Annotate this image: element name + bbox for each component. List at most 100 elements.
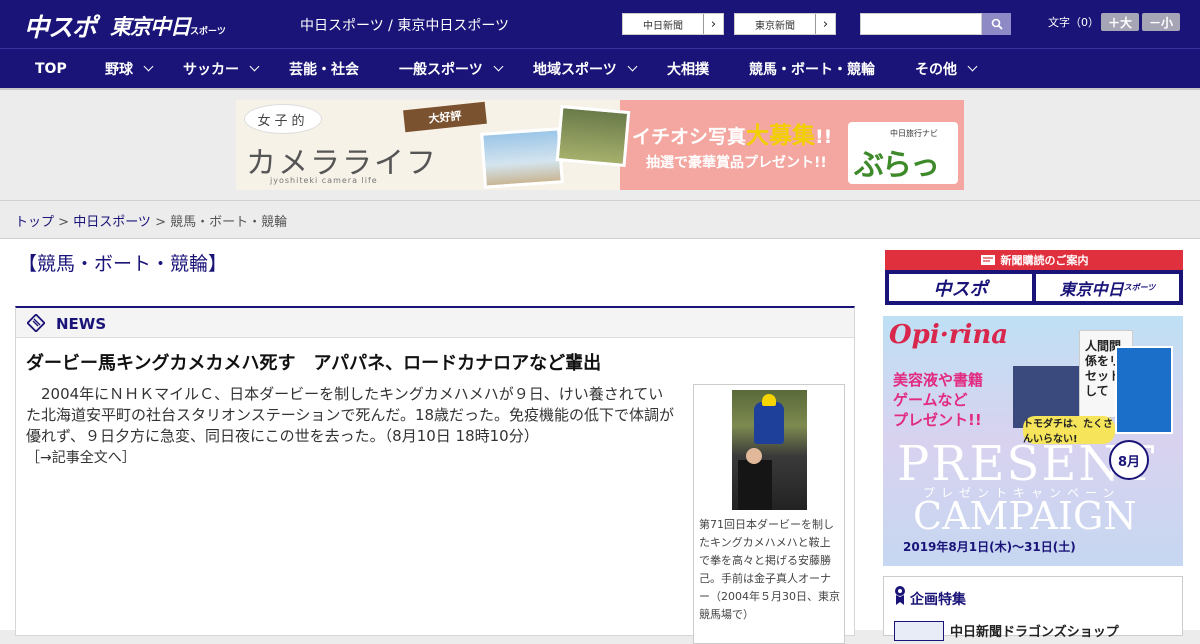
search-icon (991, 18, 1003, 30)
ad-dates: 2019年8月1日(木)～31日(土) (903, 540, 1076, 554)
divider (0, 200, 1200, 201)
nav-item-label: 芸能・社会 (289, 62, 359, 78)
article-summary: 2004年にＮＨＫマイルＣ、日本ダービーを制したキングカメハメハが９日、けい養さ… (26, 385, 675, 445)
photo-owner (738, 460, 772, 510)
nav-item-baseball[interactable]: 野球 (105, 49, 154, 89)
burattohito-text: ぶらっ人 (854, 148, 940, 183)
nav-item-soccer[interactable]: サッカー (183, 49, 260, 89)
chunichi-shimbun-label: 中日新聞 (643, 20, 683, 32)
subscribe-tokyo-chunichi-button[interactable]: 東京中日 スポーツ (1036, 274, 1179, 301)
dragons-shop-thumb[interactable] (894, 621, 944, 641)
subscribe-header-label: 新聞購読のご案内 (1000, 254, 1089, 267)
photo-face (746, 448, 762, 464)
ribbon-icon (895, 586, 905, 605)
chevron-down-icon (249, 61, 260, 72)
banner-photo (480, 127, 564, 189)
nav-item-keiba[interactable]: 競馬・ボート・競輪 (749, 49, 875, 89)
dragons-shop-link[interactable]: 中日新聞ドラゴンズショップ (950, 621, 1119, 640)
chevron-down-icon (967, 61, 978, 72)
banner-headline: イチオシ写真大募集!! (632, 116, 832, 150)
nav-item-label: その他 (915, 62, 957, 78)
nav-item-sumo[interactable]: 大相撲 (667, 49, 709, 89)
special-features-box: 企画特集 中日新聞ドラゴンズショップ (883, 576, 1183, 641)
breadcrumb-home[interactable]: トップ (15, 215, 54, 230)
chevron-right-icon: › (815, 14, 835, 34)
banner-bubble: 女子的 (244, 104, 322, 134)
chunichi-shimbun-link[interactable]: 中日新聞 › (622, 13, 724, 35)
top-bar: 中スポ 東京中日スポーツ 中日スポーツ / 東京中日スポーツ 中日新聞 › 東京… (0, 0, 1200, 48)
nav-item-label: 野球 (105, 62, 133, 78)
breadcrumb-section[interactable]: 中日スポーツ (73, 215, 151, 230)
news-icon (27, 314, 45, 332)
tokyo-chunichi-logo-text: 東京中日 (110, 15, 191, 39)
font-smaller-button[interactable]: －小 (1142, 13, 1180, 31)
news-box: NEWS ダービー馬キングカメカメハ死す アパパネ、ロードカナロアなど輩出 20… (15, 306, 855, 644)
chevron-down-icon (143, 61, 154, 72)
ad-pink-line: プレゼント!! (893, 411, 982, 429)
nav-item-general-sports[interactable]: 一般スポーツ (399, 49, 504, 89)
ad-pink-text: 美容液や書籍 ゲームなど プレゼント!! (893, 370, 983, 430)
search-input[interactable] (860, 13, 982, 35)
site-title: 中日スポーツ / 東京中日スポーツ (300, 18, 510, 34)
nav-item-entertainment[interactable]: 芸能・社会 (289, 49, 359, 89)
banner-photo (555, 105, 631, 167)
tokyo-chunichi-logo-small: スポーツ (190, 27, 226, 37)
ad-game-box (1115, 346, 1173, 434)
article-headline[interactable]: ダービー馬キングカメカメハ死す アパパネ、ロードカナロアなど輩出 (26, 349, 601, 375)
nav-item-others[interactable]: その他 (915, 49, 978, 89)
special-features-title: 企画特集 (910, 592, 966, 608)
banner-headline-pre: イチオシ写真 (632, 126, 747, 148)
photo-caption: 第71回日本ダービーを制したキングカメハメハと鞍上で拳を高々と掲げる安藤勝己。手… (699, 518, 840, 621)
ad-month-badge: 8月 (1109, 440, 1149, 480)
subscribe-tokyo-small: スポーツ (1123, 283, 1156, 292)
breadcrumb-sep: > (54, 215, 74, 230)
news-label: NEWS (56, 315, 107, 333)
font-size-label: 文字（0） (1048, 16, 1099, 29)
tokyo-shimbun-link[interactable]: 東京新聞 › (734, 13, 836, 35)
photo-jockey (754, 402, 784, 444)
tokyo-shimbun-label: 東京新聞 (755, 20, 795, 32)
banner-headline-post: !! (815, 126, 833, 148)
banner-roman: jyoshiteki camera life (270, 176, 378, 185)
nav-item-label: 競馬・ボート・競輪 (749, 62, 875, 78)
chevron-right-icon: › (703, 14, 723, 34)
main-nav: TOP 野球 サッカー 芸能・社会 一般スポーツ 地域スポーツ 大相撲 競馬・ボ… (0, 48, 1200, 88)
breadcrumb-sep: > (150, 215, 171, 230)
nav-item-label: 地域スポーツ (533, 62, 617, 78)
banner-headline-big: 大募集 (746, 123, 816, 149)
article-photo[interactable] (732, 390, 807, 510)
breadcrumb-current: 競馬・ボート・競輪 (170, 215, 288, 230)
banner-prize: 抽選で豪華賞品プレゼント!! (646, 155, 827, 171)
chevron-down-icon (627, 61, 638, 72)
news-header: NEWS (16, 308, 854, 338)
subscribe-tokyo-label: 東京中日 (1059, 279, 1124, 299)
subscribe-header: 新聞購読のご案内 (885, 250, 1183, 270)
nav-item-label: 一般スポーツ (399, 62, 483, 78)
article-photo-box: 第71回日本ダービーを制したキングカメハメハと鞍上で拳を高々と掲げる安藤勝己。手… (693, 384, 845, 644)
nav-item-label: TOP (35, 61, 67, 77)
camera-life-banner[interactable]: 女子的 カメラライフ jyoshiteki camera life 大好評 イチ… (236, 100, 964, 190)
tokyo-chunichi-logo[interactable]: 東京中日スポーツ (110, 11, 226, 41)
nav-divider (0, 88, 1200, 90)
search-button[interactable] (982, 13, 1011, 35)
nav-item-local-sports[interactable]: 地域スポーツ (533, 49, 638, 89)
burattohito-small: 中日旅行ナビ (890, 129, 938, 138)
nav-item-top[interactable]: TOP (35, 49, 67, 89)
newspaper-icon (980, 255, 995, 265)
subscribe-chuspo-button[interactable]: 中スポ (889, 274, 1032, 301)
nav-item-label: サッカー (183, 62, 239, 78)
breadcrumb: トップ > 中日スポーツ > 競馬・ボート・競輪 (15, 211, 287, 230)
present-campaign-ad[interactable]: Opi·rina 美容液や書籍 ゲームなど プレゼント!! 人間関係をリセットし… (883, 316, 1183, 566)
nav-item-label: 大相撲 (667, 62, 709, 78)
ad-brand: Opi·rina (889, 320, 1009, 350)
page-title: 【競馬・ボート・競輪】 (18, 253, 228, 275)
burattohito-logo: 中日旅行ナビ ぶらっ人 (848, 122, 958, 184)
chuspo-logo[interactable]: 中スポ (24, 8, 97, 44)
ad-pink-line: 美容液や書籍 (893, 371, 984, 389)
font-larger-button[interactable]: ＋大 (1101, 13, 1139, 31)
ad-pink-line: ゲームなど (893, 391, 968, 409)
ad-campaign: CAMPAIGN (913, 494, 1137, 538)
photo-cap (762, 394, 776, 406)
chevron-down-icon (493, 61, 504, 72)
read-more-link[interactable]: ［→記事全文へ］ (26, 447, 136, 467)
